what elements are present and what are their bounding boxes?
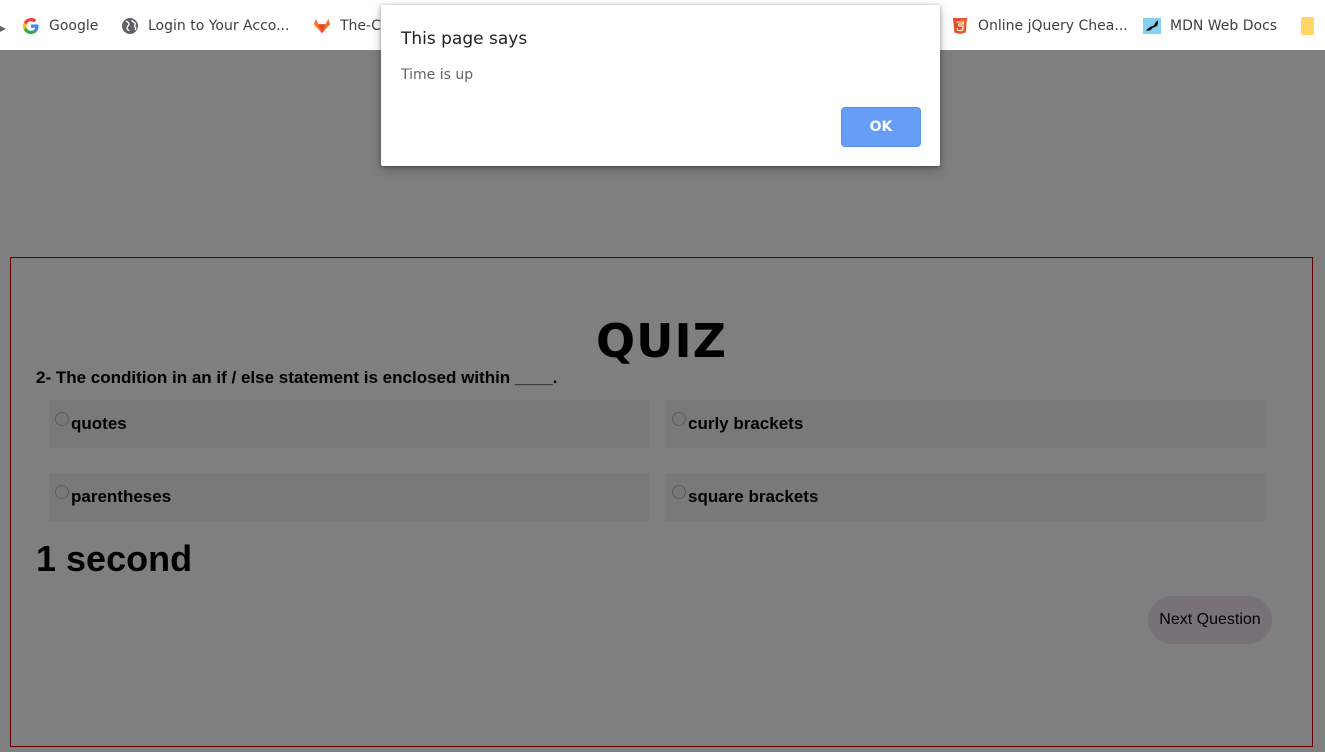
dialog-message: Time is up [401,67,474,83]
bookmarks-edge-marker: ▸ [0,21,7,35]
bookmark-label: MDN Web Docs [1170,18,1278,34]
html5-icon [951,17,969,35]
bookmark-label: The-C [340,18,381,34]
ok-button[interactable]: OK [841,107,921,147]
bookmark-login[interactable]: Login to Your Acco... [121,13,289,39]
dialog-title: This page says [401,29,528,49]
bookmark-label: Login to Your Acco... [148,18,290,34]
google-icon [22,17,40,35]
gitlab-icon [313,17,331,35]
bookmark-label: Online jQuery Chea... [978,18,1128,34]
alert-dialog: This page says Time is up OK [381,5,940,166]
bookmark-label: Google [49,18,99,34]
globe-icon [121,17,139,35]
bookmark-google[interactable]: Google [22,13,98,39]
mdn-icon [1143,17,1161,35]
bookmark-jquery[interactable]: Online jQuery Chea... [951,13,1128,39]
bookmark-folder-icon[interactable] [1301,17,1314,35]
bookmark-the-c[interactable]: The-C [313,13,381,39]
bookmark-mdn[interactable]: MDN Web Docs [1143,13,1277,39]
